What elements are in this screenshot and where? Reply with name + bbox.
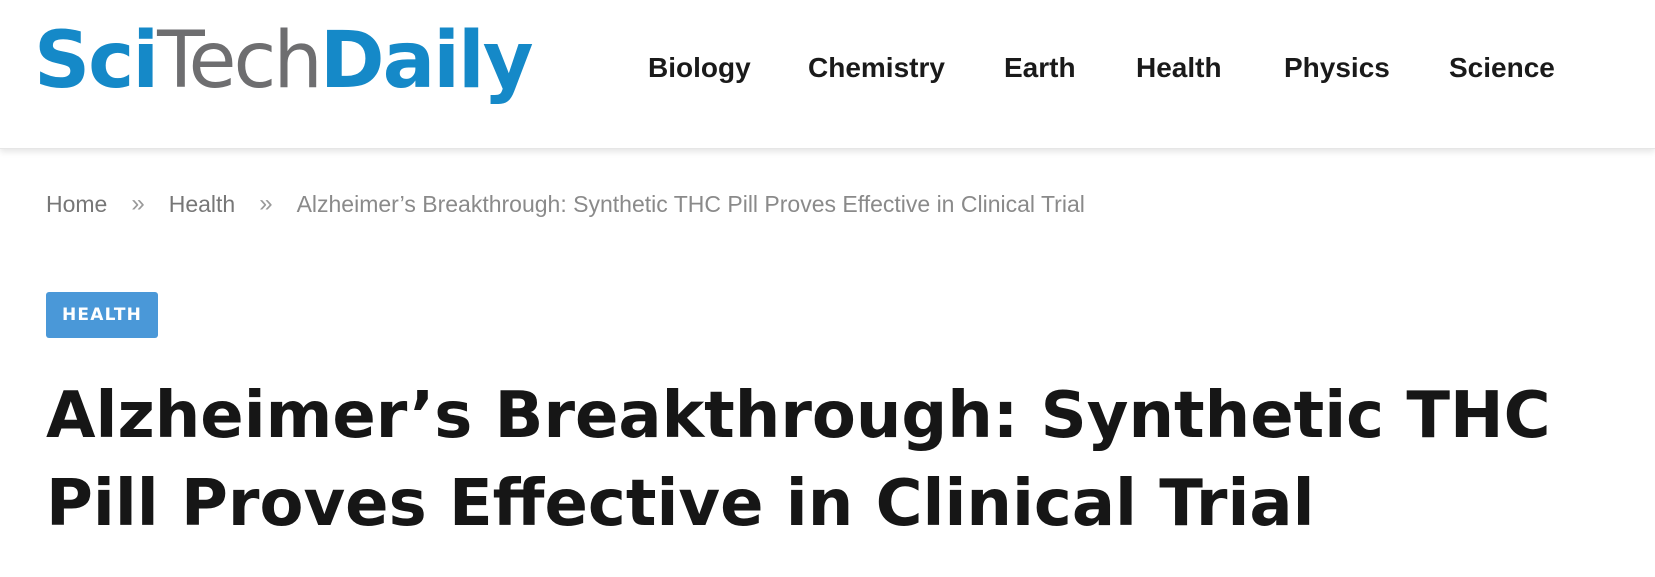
nav-item-chemistry[interactable]: Chemistry (808, 52, 945, 84)
nav-item-earth[interactable]: Earth (1004, 52, 1076, 84)
breadcrumb-separator: » (131, 190, 145, 217)
breadcrumb-home-link[interactable]: Home (46, 191, 107, 218)
site-header: Sci Tech Daily Biology Chemistry Earth Hea… (0, 0, 1655, 149)
breadcrumb: Home » Health » Alzheimer’s Breakthrough… (46, 190, 1085, 218)
main-nav: Biology Chemistry Earth Health Physics S… (0, 0, 1655, 148)
breadcrumb-current: Alzheimer’s Breakthrough: Synthetic THC … (296, 190, 1085, 217)
nav-item-science[interactable]: Science (1449, 52, 1555, 84)
article-title: Alzheimer’s Breakthrough: Synthetic THC … (46, 379, 1551, 541)
breadcrumb-separator: » (259, 190, 273, 217)
nav-item-health[interactable]: Health (1136, 52, 1222, 84)
nav-item-biology[interactable]: Biology (648, 52, 751, 84)
breadcrumb-health-link[interactable]: Health (169, 191, 235, 218)
nav-item-physics[interactable]: Physics (1284, 52, 1390, 84)
category-badge[interactable]: HEALTH (46, 292, 159, 338)
